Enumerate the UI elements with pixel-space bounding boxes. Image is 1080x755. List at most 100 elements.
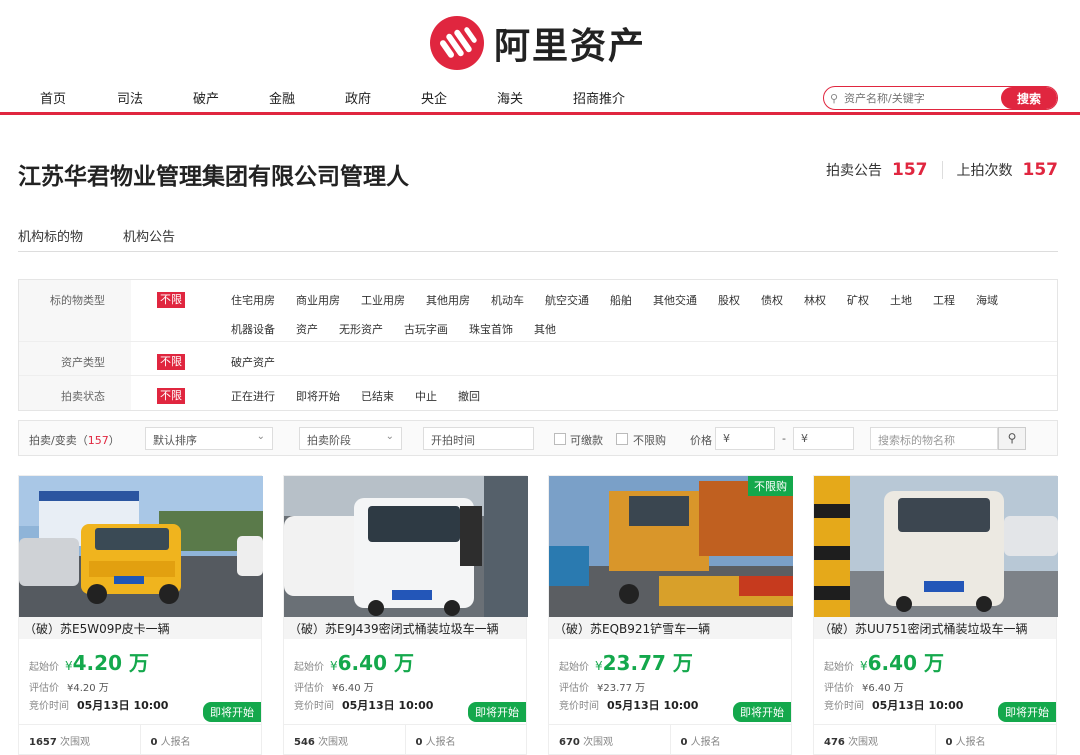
filter-option[interactable]: 债权 bbox=[761, 292, 783, 308]
start-price-label: 起始价 bbox=[559, 662, 589, 673]
logo-text: 阿里资产 bbox=[494, 26, 647, 67]
filter-options: 正在进行 即将开始 已结束 中止 撤回 bbox=[231, 388, 1051, 404]
listings-count[interactable]: 157 bbox=[1023, 160, 1059, 180]
vehicle-photo[interactable] bbox=[19, 476, 263, 617]
vehicle-photo[interactable]: 不限购 bbox=[549, 476, 793, 617]
vehicle-photo[interactable] bbox=[814, 476, 1058, 617]
logo-icon bbox=[430, 16, 484, 70]
stage-select[interactable]: 拍卖阶段 ⌄ bbox=[299, 427, 402, 450]
filter-unlimited[interactable]: 不限 bbox=[157, 354, 185, 370]
filter-option[interactable]: 无形资产 bbox=[339, 321, 383, 337]
sale-count-label: 拍卖/变卖（157） bbox=[29, 434, 120, 447]
views-count: 546 次围观 bbox=[284, 725, 406, 754]
tab-org-items[interactable]: 机构标的物 bbox=[18, 226, 83, 245]
est-price: ¥23.77 万 bbox=[597, 683, 646, 694]
search-button[interactable]: 搜索 bbox=[1001, 87, 1057, 109]
site-logo[interactable]: 阿里资产 bbox=[430, 16, 646, 70]
card-title[interactable]: （破）苏UU751密闭式桶装垃圾车一辆 bbox=[814, 617, 1056, 639]
deposit-checkbox[interactable] bbox=[554, 433, 566, 445]
nav-central-enterprise[interactable]: 央企 bbox=[421, 88, 447, 107]
nav-government[interactable]: 政府 bbox=[345, 88, 371, 107]
filter-option[interactable]: 海域 bbox=[976, 292, 998, 308]
est-price: ¥6.40 万 bbox=[332, 683, 374, 694]
filter-option[interactable]: 其他交通 bbox=[653, 292, 697, 308]
no-limit-label: 不限购 bbox=[633, 434, 666, 447]
nav-underline bbox=[0, 112, 1080, 115]
card-title[interactable]: （破）苏EQB921铲雪车一辆 bbox=[549, 617, 791, 639]
filter-option[interactable]: 破产资产 bbox=[231, 354, 275, 370]
price-max-input[interactable]: ¥ bbox=[793, 427, 854, 450]
stats-divider bbox=[941, 161, 943, 179]
nav-home[interactable]: 首页 bbox=[40, 88, 66, 107]
search-input[interactable] bbox=[844, 91, 1001, 105]
bid-time: 05月13日 10:00 bbox=[607, 699, 699, 712]
bid-time-label: 竞价时间 bbox=[29, 701, 69, 712]
listings-label: 上拍次数 bbox=[956, 163, 1013, 179]
filter-option[interactable]: 正在进行 bbox=[231, 388, 275, 404]
filter-option[interactable]: 土地 bbox=[890, 292, 912, 308]
filter-option[interactable]: 商业用房 bbox=[296, 292, 340, 308]
item-search-button[interactable]: ⚲ bbox=[998, 427, 1026, 450]
filter-option[interactable]: 航空交通 bbox=[545, 292, 589, 308]
nav-investment[interactable]: 招商推介 bbox=[573, 88, 625, 107]
bid-time-label: 竞价时间 bbox=[559, 701, 599, 712]
filter-row-item-type: 标的物类型 不限 住宅用房 商业用房 工业用房 其他用房 机动车 航空交通 船舶 其他交通 股权… bbox=[19, 280, 1057, 342]
start-price-label: 起始价 bbox=[294, 662, 324, 673]
filter-option[interactable]: 撤回 bbox=[458, 388, 480, 404]
auction-card[interactable]: （破）苏UU751密闭式桶装垃圾车一辆 起始价 ¥6.40 万 评估价 ¥6.40 … bbox=[813, 475, 1058, 755]
filter-option[interactable]: 住宅用房 bbox=[231, 292, 275, 308]
filter-option[interactable]: 其他用房 bbox=[426, 292, 470, 308]
filter-unlimited[interactable]: 不限 bbox=[157, 292, 185, 308]
filter-option[interactable]: 珠宝首饰 bbox=[469, 321, 513, 337]
filter-option[interactable]: 工业用房 bbox=[361, 292, 405, 308]
filter-option[interactable]: 船舶 bbox=[610, 292, 632, 308]
filter-option[interactable]: 其他 bbox=[534, 321, 556, 337]
filter-option[interactable]: 机器设备 bbox=[231, 321, 275, 337]
card-title[interactable]: （破）苏E9J439密闭式桶装垃圾车一辆 bbox=[284, 617, 526, 639]
notice-count[interactable]: 157 bbox=[892, 160, 928, 180]
search-icon: ⚲ bbox=[829, 91, 839, 105]
header-search: ⚲ 搜索 bbox=[823, 86, 1058, 110]
filter-option[interactable]: 中止 bbox=[415, 388, 437, 404]
start-price: 6.40 万 bbox=[867, 651, 944, 675]
status-badge: 即将开始 bbox=[998, 702, 1056, 722]
tab-org-notices[interactable]: 机构公告 bbox=[123, 226, 175, 245]
start-price-label: 起始价 bbox=[824, 662, 854, 673]
nav-finance[interactable]: 金融 bbox=[269, 88, 295, 107]
filter-option[interactable]: 已结束 bbox=[361, 388, 394, 404]
filter-row-asset-type: 资产类型 不限 破产资产 bbox=[19, 342, 1057, 376]
price-dash: - bbox=[782, 432, 786, 445]
filter-options: 破产资产 bbox=[231, 354, 1051, 369]
filter-option[interactable]: 矿权 bbox=[847, 292, 869, 308]
filter-option[interactable]: 林权 bbox=[804, 292, 826, 308]
filter-option[interactable]: 股权 bbox=[718, 292, 740, 308]
est-price-label: 评估价 bbox=[29, 683, 59, 694]
views-count: 670 次围观 bbox=[549, 725, 671, 754]
auction-card[interactable]: （破）苏E9J439密闭式桶装垃圾车一辆 起始价 ¥6.40 万 评估价 ¥6.40… bbox=[283, 475, 528, 755]
filter-option[interactable]: 古玩字画 bbox=[404, 321, 448, 337]
sort-select[interactable]: 默认排序 ⌄ bbox=[145, 427, 273, 450]
filter-unlimited[interactable]: 不限 bbox=[157, 388, 185, 404]
item-search-input[interactable]: 搜索标的物名称 bbox=[870, 427, 998, 450]
deposit-label: 可缴款 bbox=[570, 434, 603, 447]
filter-option[interactable]: 即将开始 bbox=[296, 388, 340, 404]
nav-customs[interactable]: 海关 bbox=[497, 88, 523, 107]
auction-card[interactable]: 不限购 （破）苏EQB921铲雪车一辆 起始价 ¥23.77 万 评估价 ¥23.7… bbox=[548, 475, 793, 755]
auction-card[interactable]: （破）苏E5W09P皮卡一辆 起始价 ¥4.20 万 评估价 ¥4.20 万 竞价时… bbox=[18, 475, 263, 755]
signups-count: 0 人报名 bbox=[415, 737, 456, 748]
currency-symbol: ¥ bbox=[330, 659, 338, 673]
nav-bankruptcy[interactable]: 破产 bbox=[193, 88, 219, 107]
page-title: 江苏华君物业管理集团有限公司管理人 bbox=[18, 164, 409, 190]
card-title[interactable]: （破）苏E5W09P皮卡一辆 bbox=[19, 617, 261, 639]
no-limit-checkbox[interactable] bbox=[616, 433, 628, 445]
filter-option[interactable]: 资产 bbox=[296, 321, 318, 337]
filter-option[interactable]: 机动车 bbox=[491, 292, 524, 308]
start-time-input[interactable]: 开拍时间 bbox=[423, 427, 534, 450]
vehicle-photo[interactable] bbox=[284, 476, 528, 617]
bid-time-label: 竞价时间 bbox=[824, 701, 864, 712]
filter-option[interactable]: 工程 bbox=[933, 292, 955, 308]
bid-time-label: 竞价时间 bbox=[294, 701, 334, 712]
price-min-input[interactable]: ¥ bbox=[715, 427, 775, 450]
nav-judicial[interactable]: 司法 bbox=[117, 88, 143, 107]
filter-row-auction-status: 拍卖状态 不限 正在进行 即将开始 已结束 中止 撤回 bbox=[19, 376, 1057, 410]
